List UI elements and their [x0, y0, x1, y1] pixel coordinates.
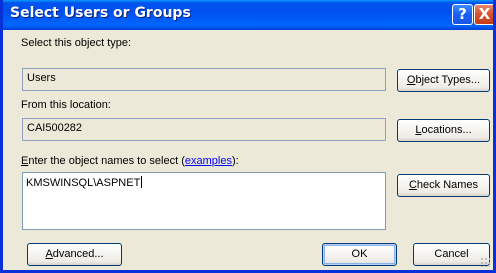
location-field: CAI500282: [22, 118, 386, 141]
ok-button[interactable]: OK: [322, 243, 397, 266]
question-mark-icon: ?: [458, 5, 467, 23]
locations-button[interactable]: Locations...: [397, 119, 490, 142]
cancel-button[interactable]: Cancel: [413, 243, 490, 266]
object-type-field: Users: [22, 68, 386, 91]
close-icon: X: [478, 5, 491, 23]
check-names-button[interactable]: Check Names: [397, 174, 490, 197]
location-label: From this location:: [21, 99, 111, 111]
object-types-button-label: bject Types...: [415, 74, 481, 86]
object-names-input[interactable]: KMSWINSQL\ASPNET: [22, 172, 386, 230]
title-bar[interactable]: Select Users or Groups ? X: [3, 0, 493, 30]
object-types-button[interactable]: Object Types...: [397, 69, 490, 92]
names-label: Enter the object names to select (exampl…: [21, 155, 239, 167]
object-type-label: Select this object type:: [21, 37, 132, 49]
text-caret: [141, 176, 143, 188]
locations-button-label: ocations...: [421, 124, 472, 136]
advanced-button[interactable]: Advanced...: [27, 243, 122, 266]
close-button[interactable]: X: [474, 4, 493, 25]
advanced-button-label: dvanced...: [52, 248, 104, 260]
check-names-button-label: heck Names: [416, 179, 479, 191]
help-button[interactable]: ?: [452, 4, 473, 25]
resize-grip-icon[interactable]: [480, 257, 490, 267]
examples-link[interactable]: examples: [185, 155, 232, 167]
dialog-title: Select Users or Groups: [10, 5, 191, 21]
select-users-dialog: Select Users or Groups ? X Select this o…: [0, 0, 496, 273]
